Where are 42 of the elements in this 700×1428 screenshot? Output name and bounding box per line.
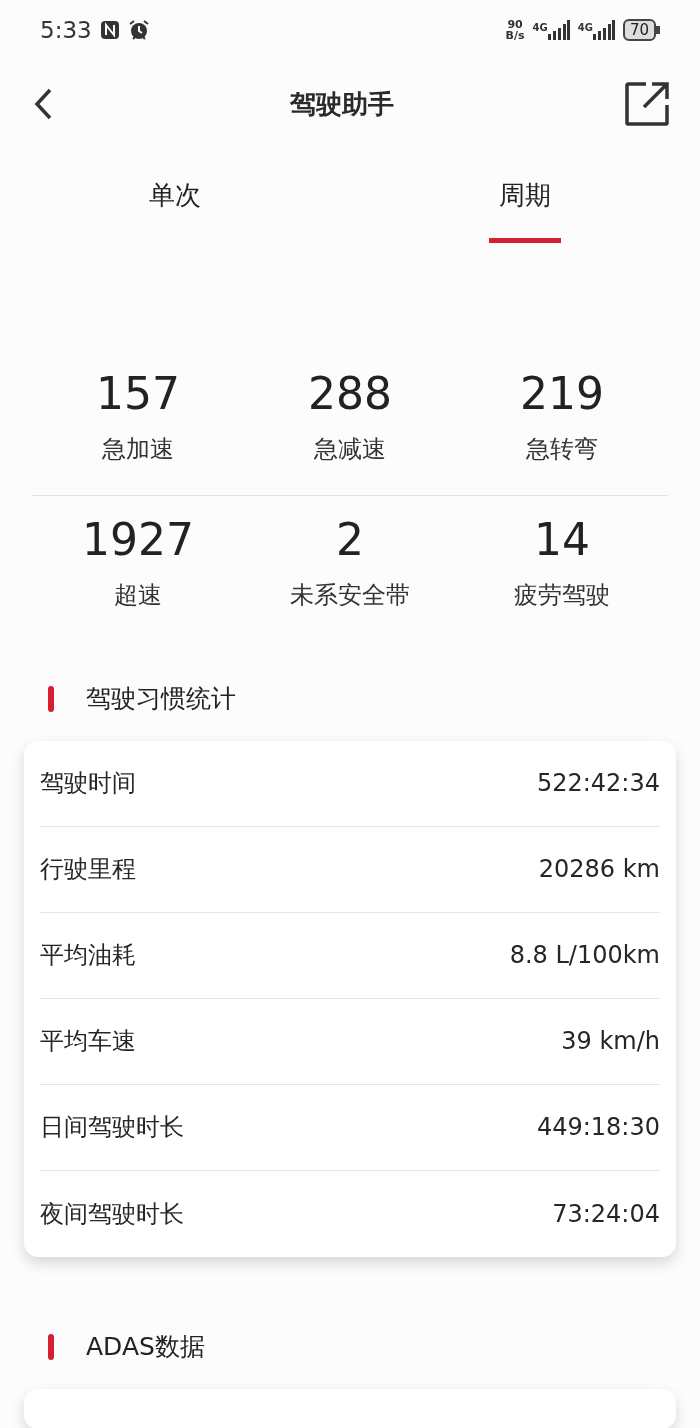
stat-figure: 449:18:30 bbox=[536, 1112, 660, 1144]
section-title: 驾驶习惯统计 bbox=[86, 682, 236, 715]
stat-name: 驾驶时间 bbox=[40, 768, 136, 800]
section-title: ADAS数据 bbox=[86, 1330, 205, 1363]
signal-icon bbox=[592, 20, 615, 40]
stat-figure: 8.8 L/100km bbox=[509, 940, 660, 972]
stat-name: 日间驾驶时长 bbox=[40, 1112, 184, 1144]
share-button[interactable] bbox=[624, 81, 670, 127]
alarm-icon bbox=[127, 19, 150, 41]
stat-figure: 522:42:34 bbox=[536, 768, 660, 800]
section-marker bbox=[48, 685, 54, 712]
battery-level: 70 bbox=[622, 19, 656, 41]
stat-value: 219 bbox=[519, 368, 604, 421]
stat-value: 2 bbox=[335, 513, 364, 567]
stat-value: 14 bbox=[533, 513, 590, 567]
stat-figure: 20286 km bbox=[538, 854, 660, 886]
nfc-icon bbox=[99, 20, 120, 40]
net-speed: 90 bbox=[506, 19, 524, 30]
section-marker bbox=[48, 1333, 54, 1360]
page-title: 驾驶助手 bbox=[290, 87, 394, 121]
stat-label: 超速 bbox=[114, 579, 162, 611]
stat-label: 疲劳驾驶 bbox=[513, 579, 610, 611]
signal-icon bbox=[547, 20, 570, 40]
stat-name: 夜间驾驶时长 bbox=[40, 1198, 184, 1230]
stat-label: 急减速 bbox=[313, 433, 386, 465]
stat-value: 288 bbox=[307, 368, 392, 421]
stat-value: 157 bbox=[96, 368, 180, 421]
tab[interactable]: 单次 bbox=[137, 156, 213, 243]
status-time: 5:33 bbox=[40, 15, 92, 45]
stat-name: 平均车速 bbox=[40, 1026, 136, 1058]
stat-name: 平均油耗 bbox=[40, 940, 136, 972]
network-type: 4G bbox=[577, 21, 593, 35]
network-type: 4G bbox=[532, 21, 548, 35]
battery-tip-icon bbox=[656, 26, 660, 34]
stat-value: 1927 bbox=[82, 513, 194, 567]
stat-label: 急加速 bbox=[102, 433, 174, 465]
stat-label: 急转弯 bbox=[525, 433, 598, 465]
net-speed-unit: B/s bbox=[505, 30, 525, 41]
stat-figure: 73:24:04 bbox=[552, 1198, 660, 1230]
stat-label: 未系安全带 bbox=[289, 579, 410, 611]
stat-figure: 39 km/h bbox=[561, 1026, 660, 1058]
stat-name: 行驶里程 bbox=[40, 854, 136, 886]
